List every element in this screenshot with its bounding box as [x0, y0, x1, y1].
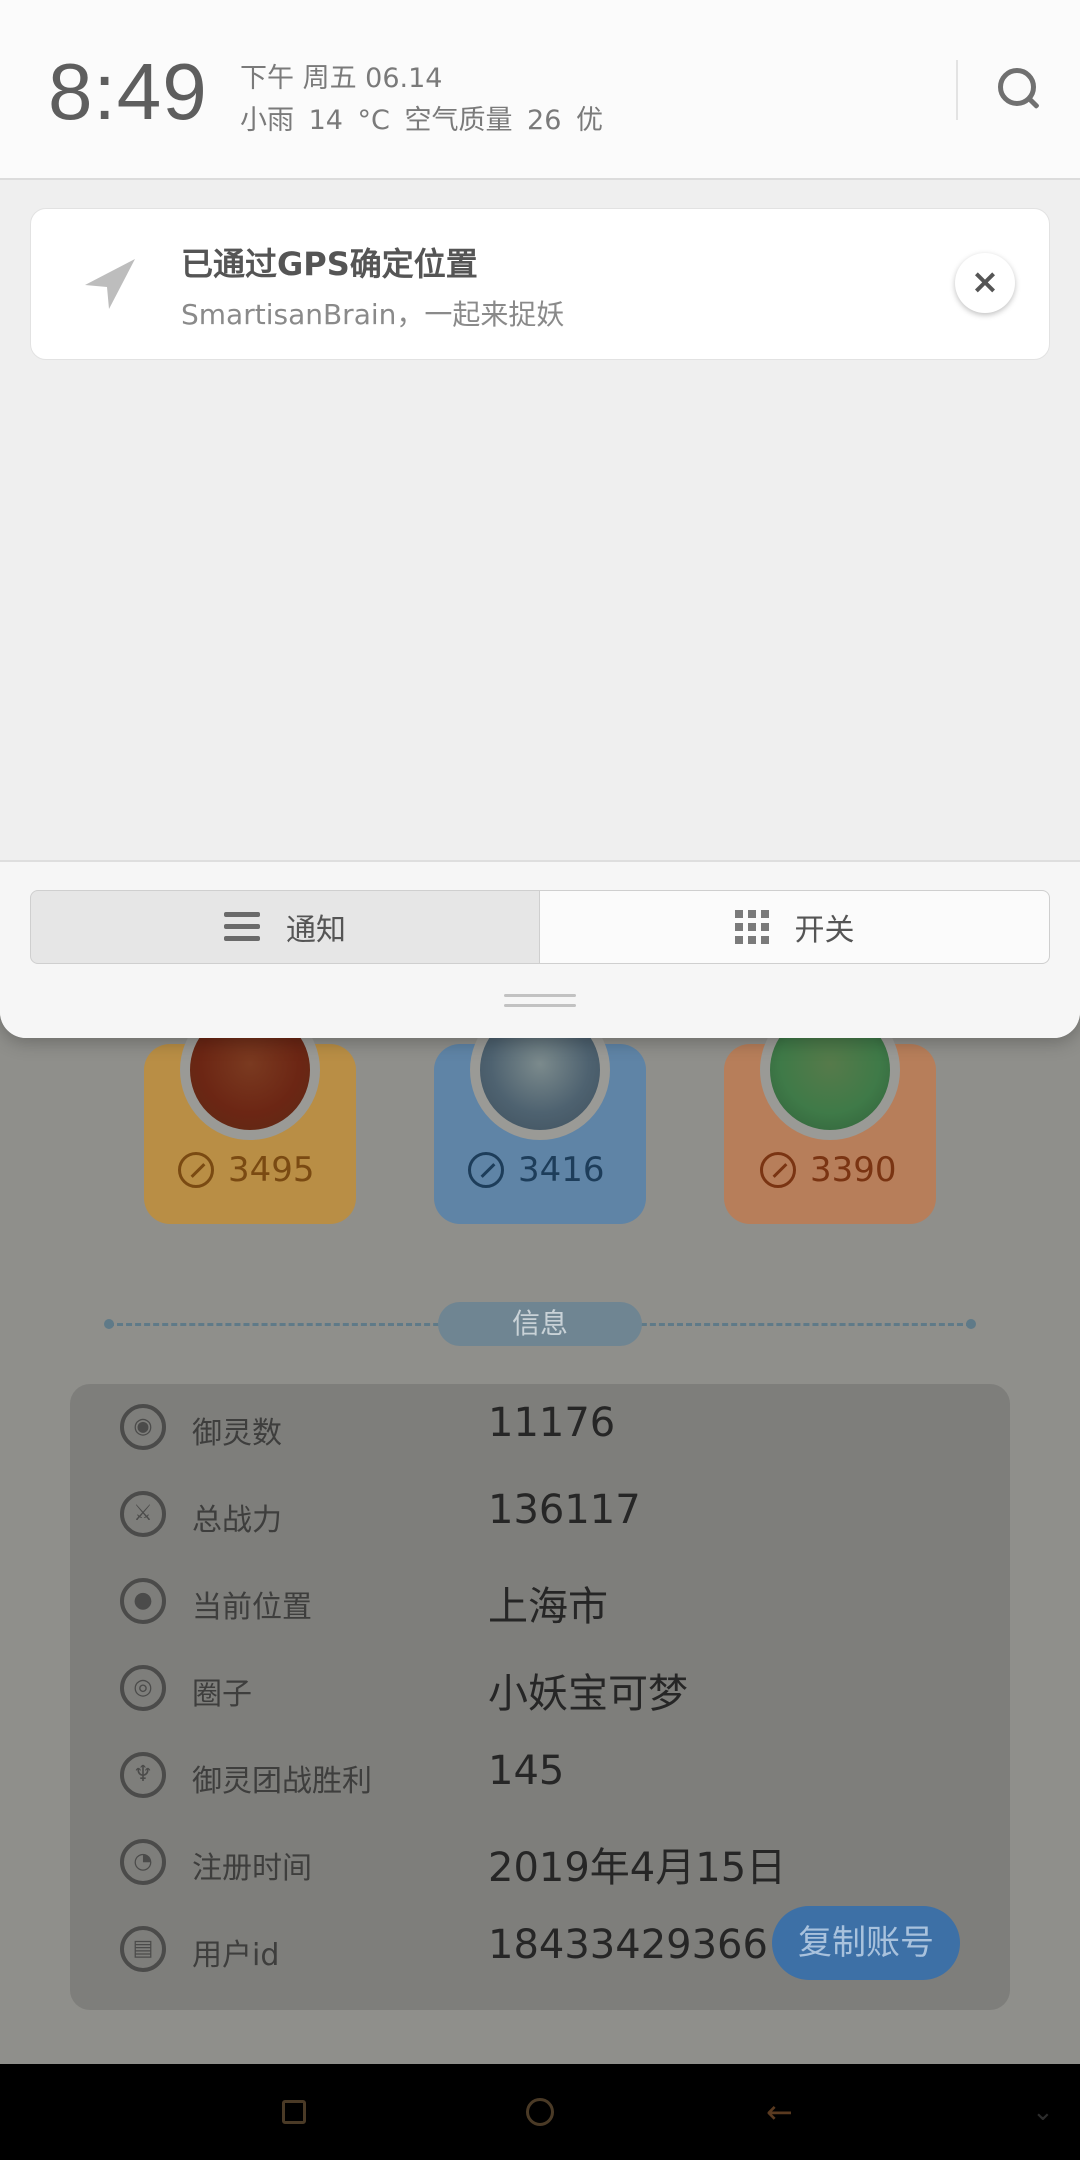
info-value: 上海市 — [488, 1584, 608, 1630]
hero-power-3: 3390 — [760, 1150, 897, 1190]
info-label: 用户id — [192, 1938, 280, 1973]
hero-power-value: 3495 — [228, 1150, 315, 1190]
info-value: 18433429366 — [488, 1922, 768, 1968]
info-value: 136117 — [488, 1487, 641, 1533]
pet-icon: ◉ — [120, 1404, 166, 1450]
info-row-location: ● 当前位置 上海市 — [70, 1558, 1010, 1645]
header-divider — [956, 60, 958, 120]
info-label: 圈子 — [192, 1677, 252, 1712]
clock-icon: ◔ — [120, 1839, 166, 1885]
info-value: 11176 — [488, 1400, 616, 1446]
tab-label: 通知 — [286, 913, 346, 948]
shade-tab-bar: 通知 开关 — [0, 860, 1080, 1038]
hero-power-value: 3390 — [810, 1150, 897, 1190]
back-button[interactable]: ← — [766, 2092, 806, 2132]
hero-power-1: 3495 — [178, 1150, 315, 1190]
info-row-spirit-count: ◉ 御灵数 11176 — [70, 1384, 1010, 1471]
tab-notifications[interactable]: 通知 — [30, 890, 540, 964]
clock: 8:49 — [48, 47, 208, 136]
tab-toggles[interactable]: 开关 — [540, 890, 1050, 964]
info-panel: ◉ 御灵数 11176 ⚔ 总战力 136117 ● 当前位置 上海市 ◎ 圈子… — [70, 1384, 1010, 2010]
notification-card[interactable]: 已通过GPS确定位置 SmartisanBrain，一起来捉妖 × — [30, 208, 1050, 360]
info-section-label: 信息 — [438, 1302, 642, 1346]
divider-dot — [966, 1319, 976, 1329]
divider-dot — [104, 1319, 114, 1329]
info-value: 小妖宝可梦 — [488, 1671, 688, 1717]
weather-line: 小雨 14 °C 空气质量 26 优 — [240, 105, 603, 136]
location-arrow-icon — [85, 259, 135, 309]
copy-account-button[interactable]: 复制账号 — [772, 1906, 960, 1980]
info-row-team-wins: ♆ 御灵团战胜利 145 — [70, 1732, 1010, 1819]
info-row-register-date: ◔ 注册时间 2019年4月15日 — [70, 1819, 1010, 1906]
hide-nav-button[interactable]: ⌄ — [1032, 2092, 1072, 2132]
system-nav-bar: ← ⌄ — [0, 2064, 1080, 2160]
recents-button[interactable] — [274, 2092, 314, 2132]
hero-power-2: 3416 — [468, 1150, 605, 1190]
info-row-circle: ◎ 圈子 小妖宝可梦 — [70, 1645, 1010, 1732]
info-value: 2019年4月15日 — [488, 1845, 787, 1891]
sword-icon — [468, 1152, 504, 1188]
drag-handle[interactable] — [504, 994, 576, 1010]
sword-icon — [178, 1152, 214, 1188]
notification-shade: 8:49 下午 周五 06.14 小雨 14 °C 空气质量 26 优 已通过G… — [0, 0, 1080, 1038]
info-row-user-id: ▤ 用户id 18433429366 复制账号 — [70, 1906, 1010, 1993]
info-label: 御灵团战胜利 — [192, 1764, 372, 1799]
search-icon[interactable] — [994, 64, 1046, 116]
tab-label: 开关 — [794, 913, 855, 948]
info-value: 145 — [488, 1748, 565, 1794]
sword-icon: ⚔ — [120, 1491, 166, 1537]
grid-icon — [734, 910, 769, 944]
info-row-total-power: ⚔ 总战力 136117 — [70, 1471, 1010, 1558]
notification-title: 已通过GPS确定位置 — [181, 245, 478, 283]
id-icon: ▤ — [120, 1926, 166, 1972]
circle-icon: ◎ — [120, 1665, 166, 1711]
info-label: 总战力 — [192, 1503, 282, 1538]
info-label: 当前位置 — [192, 1590, 312, 1625]
home-button[interactable] — [520, 2092, 560, 2132]
sword-icon — [760, 1152, 796, 1188]
notification-body: SmartisanBrain，一起来捉妖 — [181, 298, 565, 331]
menu-icon — [224, 912, 260, 942]
info-label: 御灵数 — [192, 1416, 282, 1451]
trophy-icon: ♆ — [120, 1752, 166, 1798]
shade-header: 8:49 下午 周五 06.14 小雨 14 °C 空气质量 26 优 — [0, 0, 1080, 180]
location-icon: ● — [120, 1578, 166, 1624]
info-label: 注册时间 — [192, 1851, 312, 1886]
date-line: 下午 周五 06.14 — [240, 63, 443, 94]
hero-power-value: 3416 — [518, 1150, 605, 1190]
close-icon[interactable]: × — [955, 253, 1015, 313]
